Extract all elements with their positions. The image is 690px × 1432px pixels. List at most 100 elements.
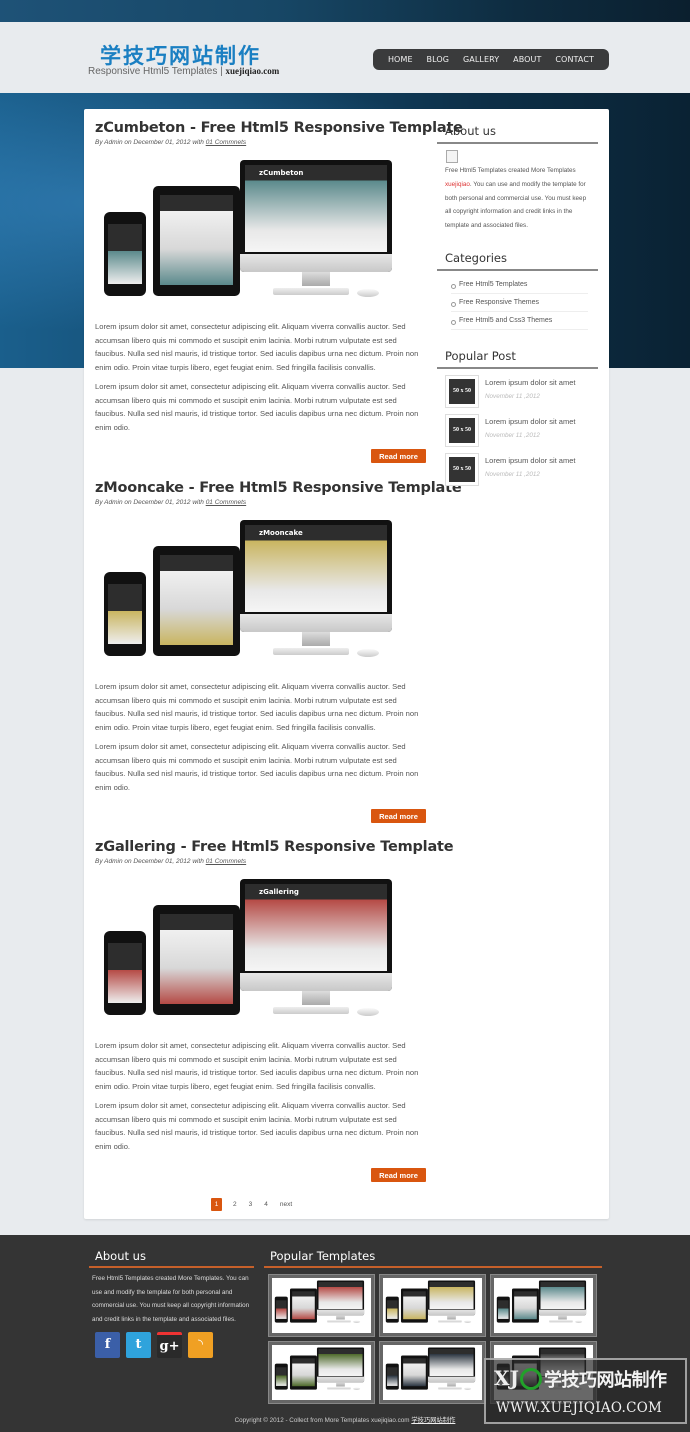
desktop-mockup [316,1347,365,1383]
desktop-mockup: zCumbeton [240,160,392,272]
template-thumbnail[interactable] [490,1274,597,1337]
about-widget: About us Free Html5 Templates created Mo… [437,124,598,233]
post-paragraph: Lorem ipsum dolor sit amet, consectetur … [95,741,419,792]
mouse-mockup [464,1387,472,1390]
mouse-mockup [357,649,379,657]
mouse-mockup [575,1320,583,1323]
nav-home[interactable]: HOME [388,55,413,64]
footer-about: About us Free Html5 Templates created Mo… [89,1249,254,1358]
page-4[interactable]: 4 [264,1201,268,1208]
phone-mockup [385,1296,399,1323]
facebook-icon[interactable]: f [95,1331,120,1358]
popular-post-item[interactable]: 50 x 50 Lorem ipsum dolor sit amet Novem… [437,452,598,486]
desktop-screen: zCumbeton [245,165,387,252]
post-thumbnail[interactable]: 50 x 50 [445,374,479,408]
popular-post-date: November 11 ,2012 [485,470,540,478]
desktop-screen-logo: zGallering [259,888,299,896]
template-thumbnail[interactable] [268,1341,375,1404]
top-band [0,0,690,22]
keyboard-mockup [327,1320,351,1323]
popular-post-link[interactable]: Lorem ipsum dolor sit amet [485,378,575,387]
phone-mockup [274,1296,288,1323]
tablet-mockup [400,1355,428,1390]
desktop-stand [336,1382,345,1387]
popular-post-link[interactable]: Lorem ipsum dolor sit amet [485,417,575,426]
nav-about[interactable]: ABOUT [513,55,541,64]
next-page[interactable]: next [280,1201,292,1208]
google-plus-icon[interactable]: g+ [157,1331,182,1358]
twitter-icon[interactable]: t [126,1331,151,1358]
nav-contact[interactable]: CONTACT [555,55,594,64]
desktop-stand [302,991,330,1005]
content-container: zCumbeton - Free Html5 Responsive Templa… [84,109,609,1219]
keyboard-mockup [438,1320,462,1323]
popular-post-item[interactable]: 50 x 50 Lorem ipsum dolor sit amet Novem… [437,413,598,447]
template-thumbnail[interactable] [268,1274,375,1337]
rss-icon[interactable]: ◝ [188,1331,213,1358]
popular-post-widget: Popular Post 50 x 50 Lorem ipsum dolor s… [437,349,598,486]
phone-screen [276,1300,287,1319]
thumbnail-label: 50 x 50 [449,378,475,404]
about-title: About us [437,124,598,144]
post-meta-text: By Admin on December 01, 2012 with [95,139,204,146]
tablet-mockup [153,905,240,1015]
desktop-chin [240,254,392,272]
desktop-stand [447,1315,456,1320]
about-text-end: . You can use and modify the template fo… [445,180,587,230]
facebook-glyph: f [104,1337,111,1353]
comments-link[interactable]: 01 Commnets [206,139,246,146]
phone-mockup [104,931,146,1015]
desktop-screen: zGallering [245,884,387,971]
image-placeholder-icon [446,150,458,163]
desktop-stand [447,1382,456,1387]
template-thumbnail[interactable] [379,1341,486,1404]
popular-post-link[interactable]: Lorem ipsum dolor sit amet [485,456,575,465]
tablet-mockup [289,1355,317,1390]
template-thumbnail[interactable] [379,1274,486,1337]
nav-gallery[interactable]: GALLERY [463,55,499,64]
post-thumbnail[interactable]: 50 x 50 [445,452,479,486]
desktop-screen [318,1349,363,1376]
post-image[interactable]: zMooncake [95,512,405,672]
google-plus-glyph: g+ [159,1338,180,1354]
watermark-url: WWW.XUEJIQIAO.COM [496,1400,663,1416]
post-image[interactable]: zGallering [95,871,405,1031]
phone-screen [276,1367,287,1386]
popular-post-item[interactable]: 50 x 50 Lorem ipsum dolor sit amet Novem… [437,374,598,408]
post-title[interactable]: zGallering - Free Html5 Responsive Templ… [95,839,454,855]
read-more-button[interactable]: Read more [371,809,426,823]
read-more-button[interactable]: Read more [371,1168,426,1182]
popular-templates-title: Popular Templates [264,1249,602,1268]
category-item[interactable]: Free Html5 and Css3 Themes [451,312,588,330]
post-paragraph: Lorem ipsum dolor sit amet, consectetur … [95,1041,419,1092]
post-meta: By Admin on December 01, 2012 with 01 Co… [95,499,426,506]
desktop-stand [302,272,330,286]
about-link[interactable]: xuejiqiao [445,181,470,188]
phone-mockup [385,1363,399,1390]
comments-link[interactable]: 01 Commnets [206,499,246,506]
pagination: 1 2 3 4 next [211,1198,304,1211]
page-3[interactable]: 3 [249,1201,253,1208]
mouse-mockup [357,1008,379,1016]
desktop-mockup [427,1280,476,1316]
page-1[interactable]: 1 [211,1198,222,1211]
phone-mockup [104,572,146,656]
post-thumbnail[interactable]: 50 x 50 [445,413,479,447]
footer-about-title: About us [89,1249,254,1268]
read-more-button[interactable]: Read more [371,449,426,463]
post-title[interactable]: zCumbeton - Free Html5 Responsive Templa… [95,120,463,136]
copyright-link[interactable]: 学技巧网站制作 [411,1417,455,1424]
twitter-glyph: t [135,1337,142,1353]
category-item[interactable]: Free Responsive Themes [451,294,588,312]
category-list: Free Html5 Templates Free Responsive The… [437,271,598,330]
category-item[interactable]: Free Html5 Templates [451,276,588,294]
post-title[interactable]: zMooncake - Free Html5 Responsive Templa… [95,480,462,496]
post-image[interactable]: zCumbeton [95,152,405,312]
comments-link[interactable]: 01 Commnets [206,858,246,865]
post-body: Lorem ipsum dolor sit amet, consectetur … [95,320,426,435]
nav-blog[interactable]: BLOG [427,55,450,64]
page-2[interactable]: 2 [233,1201,237,1208]
tablet-screen [403,1291,426,1320]
keyboard-mockup [549,1320,573,1323]
phone-mockup [104,212,146,296]
